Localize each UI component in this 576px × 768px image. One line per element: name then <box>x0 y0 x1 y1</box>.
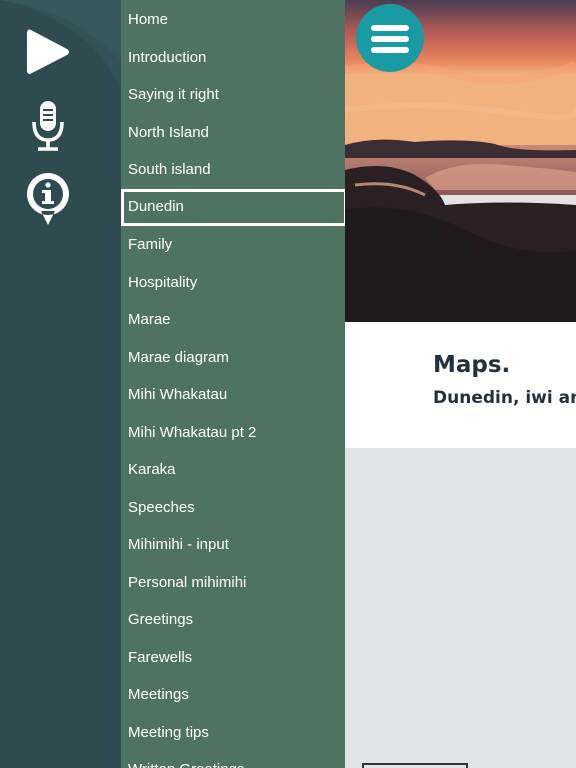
menu-item[interactable]: Mihimihi - input <box>121 526 345 563</box>
menu-item[interactable]: South island <box>121 151 345 188</box>
hamburger-icon <box>371 25 409 31</box>
menu-item[interactable]: Family <box>121 226 345 263</box>
menu-item[interactable]: Speeches <box>121 489 345 526</box>
content-card: Maps. Dunedin, iwi and <box>345 322 576 448</box>
icon-rail <box>0 0 121 768</box>
play-button[interactable] <box>22 24 74 80</box>
menu-item[interactable]: Farewells <box>121 639 345 676</box>
menu-item[interactable]: Marae diagram <box>121 339 345 376</box>
navigation-menu: Home Introduction Saying it right North Isl… <box>121 0 345 768</box>
menu-item[interactable]: Saying it right <box>121 76 345 113</box>
menu-item[interactable]: Meetings <box>121 676 345 713</box>
menu-item[interactable]: Personal mihimihi <box>121 564 345 601</box>
page-title: Maps. <box>433 352 511 378</box>
menu-item[interactable]: Introduction <box>121 39 345 76</box>
menu-item[interactable]: Marae <box>121 301 345 338</box>
hamburger-icon-bar <box>371 36 409 42</box>
info-icon <box>26 173 69 225</box>
menu-item[interactable]: Mihi Whakatau <box>121 376 345 413</box>
microphone-icon <box>32 101 64 151</box>
bottom-button[interactable] <box>362 763 468 768</box>
menu-item[interactable]: Meeting tips <box>121 714 345 751</box>
menu-item[interactable]: Hospitality <box>121 264 345 301</box>
content-area <box>345 448 576 768</box>
menu-item[interactable]: Dunedin <box>121 189 345 226</box>
hamburger-icon-bar <box>371 47 409 53</box>
info-button[interactable] <box>22 172 74 228</box>
play-icon <box>27 29 69 74</box>
menu-item[interactable]: Mihi Whakatau pt 2 <box>121 414 345 451</box>
hamburger-menu-button[interactable] <box>356 4 424 72</box>
menu-item[interactable]: Greetings <box>121 601 345 638</box>
menu-item[interactable]: North Island <box>121 114 345 151</box>
menu-item[interactable]: Written Greetings <box>121 751 345 768</box>
menu-item[interactable]: Karaka <box>121 451 345 488</box>
menu-item[interactable]: Home <box>121 1 345 38</box>
page-subtitle: Dunedin, iwi and <box>433 388 576 408</box>
microphone-button[interactable] <box>22 98 74 154</box>
